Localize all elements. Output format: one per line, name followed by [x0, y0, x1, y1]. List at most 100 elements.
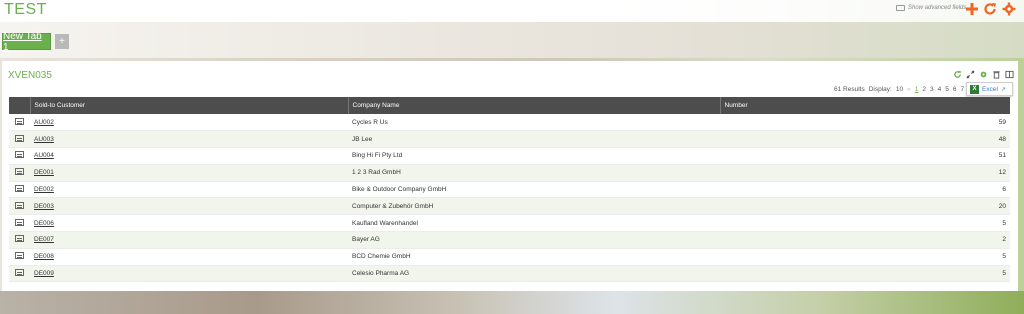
table-row[interactable]: AU003 JB Lee 48: [9, 130, 1010, 149]
row-detail-icon[interactable]: [15, 252, 24, 260]
company-name-cell: Bike & Outdoor Company GmbH: [348, 181, 720, 199]
table-row[interactable]: DE008 BCD Chemie GmbH 5: [9, 248, 1010, 266]
page-2[interactable]: 2: [922, 86, 926, 93]
sold-to-link[interactable]: DE009: [34, 270, 54, 277]
page-5[interactable]: 5: [945, 86, 949, 93]
panel-title: XVEN035: [8, 70, 52, 81]
sold-to-link[interactable]: DE007: [34, 236, 54, 243]
number-cell: 2: [720, 231, 1010, 249]
external-link-icon: ↗: [1000, 86, 1006, 93]
sold-to-link[interactable]: AU002: [34, 119, 54, 126]
sold-to-link[interactable]: DE001: [34, 169, 54, 176]
company-name-cell: Computer & Zubehör GmbH: [348, 197, 720, 216]
excel-icon: X: [970, 84, 979, 94]
number-cell: 5: [720, 248, 1010, 266]
sold-to-link[interactable]: DE002: [34, 186, 54, 193]
page-1[interactable]: 1: [915, 86, 919, 93]
row-detail-cell[interactable]: [9, 197, 30, 216]
trash-icon[interactable]: [992, 70, 1001, 79]
sold-to-link[interactable]: AU004: [34, 152, 54, 159]
table-row[interactable]: DE002 Bike & Outdoor Company GmbH 6: [9, 181, 1010, 199]
gear-icon[interactable]: [979, 70, 988, 79]
refresh-icon[interactable]: [983, 2, 997, 16]
row-detail-icon[interactable]: [15, 269, 24, 277]
add-tab-button[interactable]: +: [55, 34, 69, 49]
number-cell: 59: [720, 114, 1010, 132]
sold-to-link[interactable]: DE006: [34, 220, 54, 227]
company-name-cell: Celesio Pharma AG: [348, 265, 720, 283]
column-header-company[interactable]: Company Name: [348, 97, 721, 114]
sold-to-cell: AU003: [30, 130, 348, 149]
report-panel: XVEN035 61 Results Display: 10 « 1 2 3 4…: [2, 61, 1018, 291]
number-cell: 51: [720, 147, 1010, 165]
advanced-fields-label: Show advanced fields: [908, 5, 967, 11]
company-name-cell: Bayer AG: [348, 231, 720, 249]
gear-icon[interactable]: [1002, 2, 1016, 16]
row-detail-icon[interactable]: [15, 185, 24, 193]
number-cell: 48: [720, 130, 1010, 149]
sold-to-cell: DE001: [30, 164, 348, 182]
row-detail-cell[interactable]: [9, 181, 30, 199]
table-row[interactable]: AU004 Bing Hi Fi Pty Ltd 51: [9, 147, 1010, 165]
company-name-cell: 1 2 3 Rad GmbH: [348, 164, 720, 182]
number-cell: 12: [720, 164, 1010, 182]
refresh-icon[interactable]: [953, 70, 962, 79]
sold-to-link[interactable]: DE008: [34, 253, 54, 260]
number-cell: 5: [720, 265, 1010, 283]
sold-to-cell: DE003: [30, 197, 348, 216]
sold-to-cell: DE009: [30, 265, 348, 283]
sold-to-link[interactable]: DE003: [34, 203, 54, 210]
table-row[interactable]: DE006 Kaufland Warenhandel 5: [9, 214, 1010, 233]
plus-icon[interactable]: [965, 2, 979, 16]
table-row[interactable]: DE001 1 2 3 Rad GmbH 12: [9, 164, 1010, 182]
top-bar: TEST Show advanced fields: [0, 0, 1024, 22]
column-header-number[interactable]: Number: [720, 97, 1010, 114]
sold-to-cell: DE002: [30, 181, 348, 199]
company-name-cell: BCD Chemie GmbH: [348, 248, 720, 266]
display-select[interactable]: 10: [896, 86, 903, 93]
row-detail-icon[interactable]: [15, 151, 24, 159]
number-cell: 20: [720, 197, 1010, 216]
expand-icon[interactable]: [966, 70, 975, 79]
page-4[interactable]: 4: [938, 86, 942, 93]
row-detail-cell[interactable]: [9, 114, 30, 132]
row-detail-icon[interactable]: [15, 134, 24, 142]
panel-toolbar: [953, 70, 1014, 79]
company-name-cell: Cycles R Us: [348, 114, 720, 132]
row-detail-icon[interactable]: [15, 117, 24, 125]
page-6[interactable]: 6: [953, 86, 957, 93]
row-detail-cell[interactable]: [9, 248, 30, 266]
table-row[interactable]: DE009 Celesio Pharma AG 5: [9, 265, 1010, 283]
row-detail-icon[interactable]: [15, 201, 24, 209]
page-3[interactable]: 3: [930, 86, 934, 93]
row-detail-cell[interactable]: [9, 164, 30, 182]
row-detail-cell[interactable]: [9, 231, 30, 249]
prev-page-icon[interactable]: «: [907, 86, 911, 93]
sold-to-cell: DE008: [30, 248, 348, 266]
table-row[interactable]: AU002 Cycles R Us 59: [9, 114, 1010, 132]
table-row[interactable]: DE003 Computer & Zubehör GmbH 20: [9, 197, 1010, 216]
results-table: Sold-to Customer Company Name Number AU0…: [9, 97, 1010, 283]
tab-new-tab-1[interactable]: New Tab 1: [2, 31, 51, 53]
advanced-fields-toggle[interactable]: Show advanced fields: [896, 5, 966, 11]
excel-export-button[interactable]: X Excel ↗: [966, 82, 1013, 96]
row-detail-icon[interactable]: [15, 218, 24, 226]
row-detail-icon[interactable]: [15, 235, 24, 243]
results-summary: 61 Results Display: 10 « 1 2 3 4 5 6 7: [834, 86, 964, 93]
row-detail-cell[interactable]: [9, 265, 30, 283]
table-header-row: Sold-to Customer Company Name Number: [9, 97, 1010, 114]
excel-label: Excel: [982, 85, 998, 93]
tab-strip: [0, 22, 1024, 58]
page-7[interactable]: 7: [960, 86, 964, 93]
row-detail-cell[interactable]: [9, 214, 30, 233]
company-name-cell: JB Lee: [348, 130, 720, 149]
table-row[interactable]: DE007 Bayer AG 2: [9, 231, 1010, 249]
row-detail-cell[interactable]: [9, 130, 30, 149]
company-name-cell: Bing Hi Fi Pty Ltd: [348, 147, 720, 165]
column-header-select: [9, 97, 31, 114]
sold-to-link[interactable]: AU003: [34, 136, 54, 143]
row-detail-icon[interactable]: [15, 168, 24, 176]
row-detail-cell[interactable]: [9, 147, 30, 165]
column-header-sold-to[interactable]: Sold-to Customer: [30, 97, 349, 114]
columns-icon[interactable]: [1005, 70, 1014, 79]
